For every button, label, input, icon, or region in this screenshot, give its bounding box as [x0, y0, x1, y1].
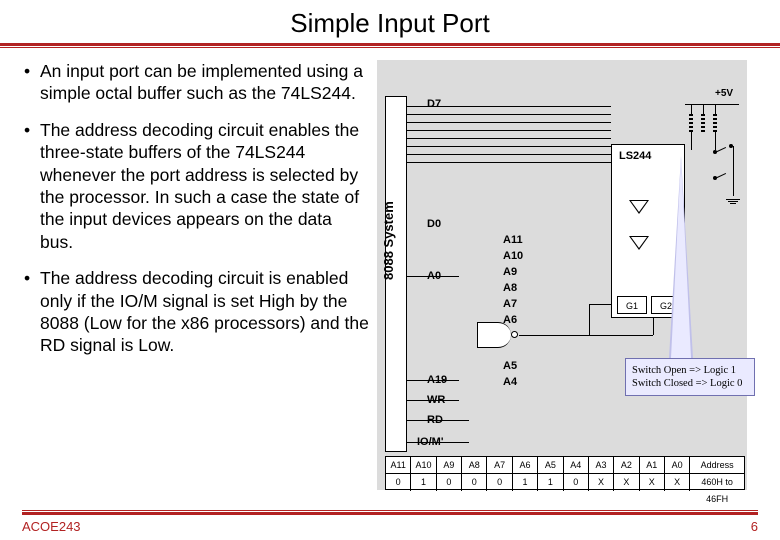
addr-head: A10: [411, 457, 436, 473]
resistor-icon: [689, 114, 693, 132]
bullet-item: An input port can be implemented using a…: [24, 60, 369, 105]
bus-line: [407, 162, 611, 163]
callout-line: Switch Open => Logic 1: [632, 364, 748, 377]
addr-val: 1: [538, 474, 563, 491]
resistor-icon: [701, 114, 705, 132]
addr-head: A1: [640, 457, 665, 473]
addr-head: A6: [513, 457, 538, 473]
wire: [703, 104, 704, 114]
addr-val: X: [614, 474, 639, 491]
bus-line: [407, 154, 611, 155]
footer-rule-thin: [22, 510, 758, 511]
bus-line: [407, 146, 611, 147]
slide-title: Simple Input Port: [0, 0, 780, 43]
addr-val: X: [640, 474, 665, 491]
addr-val: X: [665, 474, 690, 491]
addr-val: 1: [411, 474, 436, 491]
wire: [691, 104, 692, 114]
signal-a4: A4: [503, 376, 517, 388]
addr-val: 0: [386, 474, 411, 491]
bus-line: [407, 122, 611, 123]
signal-d0: D0: [427, 218, 441, 230]
callout-pointer-icon: [669, 156, 693, 358]
signal-a8: A8: [503, 282, 517, 294]
addr-val: X: [589, 474, 614, 491]
address-table-header: A11 A10 A9 A8 A7 A6 A5 A4 A3 A2 A1 A0 Ad…: [386, 457, 744, 474]
nand-bubble-icon: [511, 331, 518, 338]
chip-label: LS244: [619, 150, 651, 162]
g1-box: G1: [617, 296, 647, 314]
switch-logic-callout: Switch Open => Logic 1 Switch Closed => …: [625, 358, 755, 396]
content-row: An input port can be implemented using a…: [0, 60, 780, 500]
addr-val: 460H to 46FH: [690, 474, 744, 491]
wire: [519, 335, 589, 336]
signal-a7: A7: [503, 298, 517, 310]
title-rule-thick: [0, 43, 780, 46]
signal-a5: A5: [503, 360, 517, 372]
nand-gate-icon: [477, 322, 511, 348]
addr-val: 0: [487, 474, 512, 491]
address-table-values: 0 1 0 0 0 1 1 0 X X X X 460H to 46FH: [386, 474, 744, 491]
addr-val: 0: [462, 474, 487, 491]
bus-line: [407, 138, 611, 139]
addr-val: 0: [564, 474, 589, 491]
slide-footer: ACOE243 6: [0, 510, 780, 534]
addr-head: A11: [386, 457, 411, 473]
signal-a10: A10: [503, 250, 523, 262]
title-rule-thin: [0, 47, 780, 48]
addr-head: A2: [614, 457, 639, 473]
bullet-item: The address decoding circuit enables the…: [24, 119, 369, 253]
addr-val: 0: [437, 474, 462, 491]
wire: [407, 380, 459, 381]
resistor-icon: [713, 114, 717, 132]
wire: [715, 104, 716, 114]
wire: [589, 304, 590, 335]
tristate-buffer-icon: [629, 200, 649, 214]
footer-course: ACOE243: [22, 519, 81, 534]
addr-head: A3: [589, 457, 614, 473]
bullet-item: The address decoding circuit is enabled …: [24, 267, 369, 357]
addr-head: A0: [665, 457, 690, 473]
addr-head: A4: [564, 457, 589, 473]
bullet-list: An input port can be implemented using a…: [24, 60, 369, 500]
signal-a9: A9: [503, 266, 517, 278]
addr-val: 1: [513, 474, 538, 491]
footer-rule-thick: [22, 512, 758, 515]
bus-line: [407, 130, 611, 131]
wire: [691, 132, 692, 150]
callout-line: Switch Closed => Logic 0: [632, 377, 748, 390]
slide-number: 6: [751, 519, 758, 534]
ground-icon: [726, 198, 740, 205]
wire: [407, 420, 469, 421]
bus-line: [407, 114, 611, 115]
tristate-buffer-icon: [629, 236, 649, 250]
addr-head: A7: [487, 457, 512, 473]
addr-head: A8: [462, 457, 487, 473]
signal-a11: A11: [503, 234, 523, 246]
vcc-label: +5V: [715, 88, 733, 99]
wire: [685, 104, 739, 105]
address-table: A11 A10 A9 A8 A7 A6 A5 A4 A3 A2 A1 A0 Ad…: [385, 456, 745, 490]
wire: [407, 400, 459, 401]
wire: [407, 276, 459, 277]
addr-head: A5: [538, 457, 563, 473]
circuit-diagram: 8088 System D7 D0 A0 A19 WR RD IO/M' A11…: [369, 60, 762, 500]
wire: [715, 132, 716, 150]
wire: [733, 146, 734, 196]
addr-head: Address: [690, 457, 744, 473]
addr-head: A9: [437, 457, 462, 473]
signal-d7: D7: [427, 98, 441, 110]
wire: [407, 442, 469, 443]
system-label: 8088 System: [381, 201, 396, 280]
wire: [589, 335, 653, 336]
